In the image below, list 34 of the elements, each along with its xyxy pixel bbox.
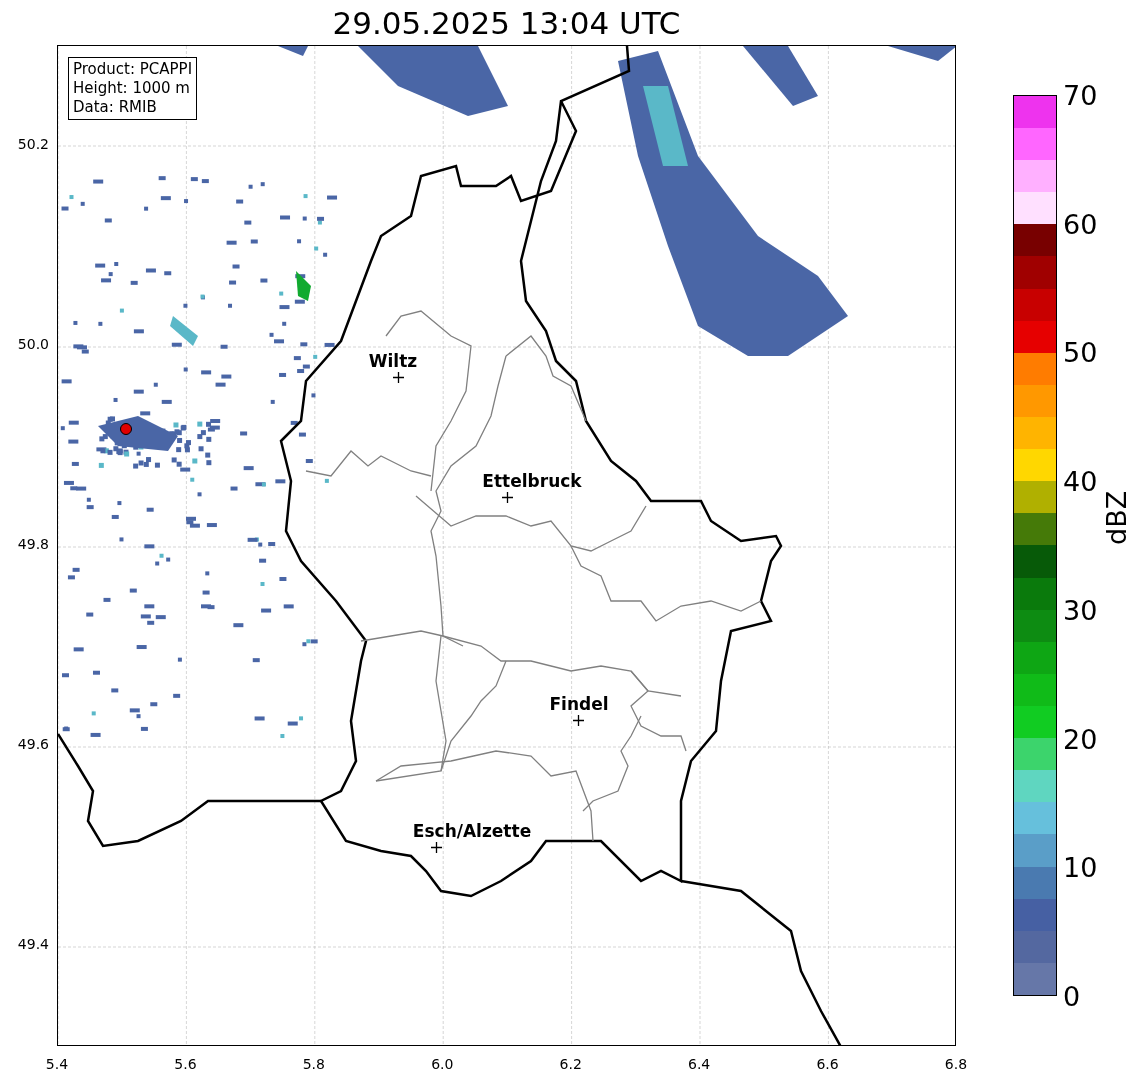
city-label: Ettelbruck bbox=[482, 471, 582, 491]
colorbar-tick-label: 70 bbox=[1063, 79, 1098, 111]
colorbar-tick-label: 50 bbox=[1063, 336, 1098, 368]
tick-label: 6.4 bbox=[688, 1056, 711, 1072]
colorbar-tick-label: 20 bbox=[1063, 723, 1098, 755]
colorbar-tick-label: 0 bbox=[1063, 980, 1081, 1012]
tick-label: 5.6 bbox=[174, 1056, 197, 1072]
chart-title: 29.05.2025 13:04 UTC bbox=[332, 4, 681, 41]
info-line: Data: RMIB bbox=[73, 98, 158, 117]
tick-label: 5.8 bbox=[302, 1056, 325, 1072]
tick-label: 50.2 bbox=[17, 136, 49, 152]
colorbar-tick-label: 10 bbox=[1063, 851, 1098, 883]
info-line: Product: PCAPPI bbox=[73, 60, 193, 79]
tick-label: 6.2 bbox=[559, 1056, 582, 1072]
city-marker-icon bbox=[502, 492, 513, 503]
tick-label: 49.4 bbox=[17, 936, 49, 952]
tick-label: 6.6 bbox=[816, 1056, 839, 1072]
tick-label: 6.8 bbox=[944, 1056, 968, 1072]
colorbar-tick-label: 60 bbox=[1063, 208, 1098, 240]
tick-label: 49.8 bbox=[17, 536, 49, 552]
tick-label: 50.0 bbox=[17, 336, 49, 352]
tick-label: 5.4 bbox=[45, 1056, 69, 1072]
city-label: Findel bbox=[549, 694, 609, 714]
colorbar-tick-label: 30 bbox=[1063, 594, 1098, 626]
city-marker-icon bbox=[573, 715, 584, 726]
city-marker-icon bbox=[393, 372, 404, 383]
city-label: Esch/Alzette bbox=[412, 821, 532, 841]
tick-label: 49.6 bbox=[17, 736, 49, 752]
colorbar-label: dBZ bbox=[1101, 490, 1132, 545]
tick-label: 6.0 bbox=[431, 1056, 454, 1072]
info-line: Height: 1000 m bbox=[73, 79, 191, 98]
city-label: Wiltz bbox=[368, 351, 418, 371]
city-marker-icon bbox=[431, 842, 442, 853]
colorbar-tick-label: 40 bbox=[1063, 465, 1098, 497]
